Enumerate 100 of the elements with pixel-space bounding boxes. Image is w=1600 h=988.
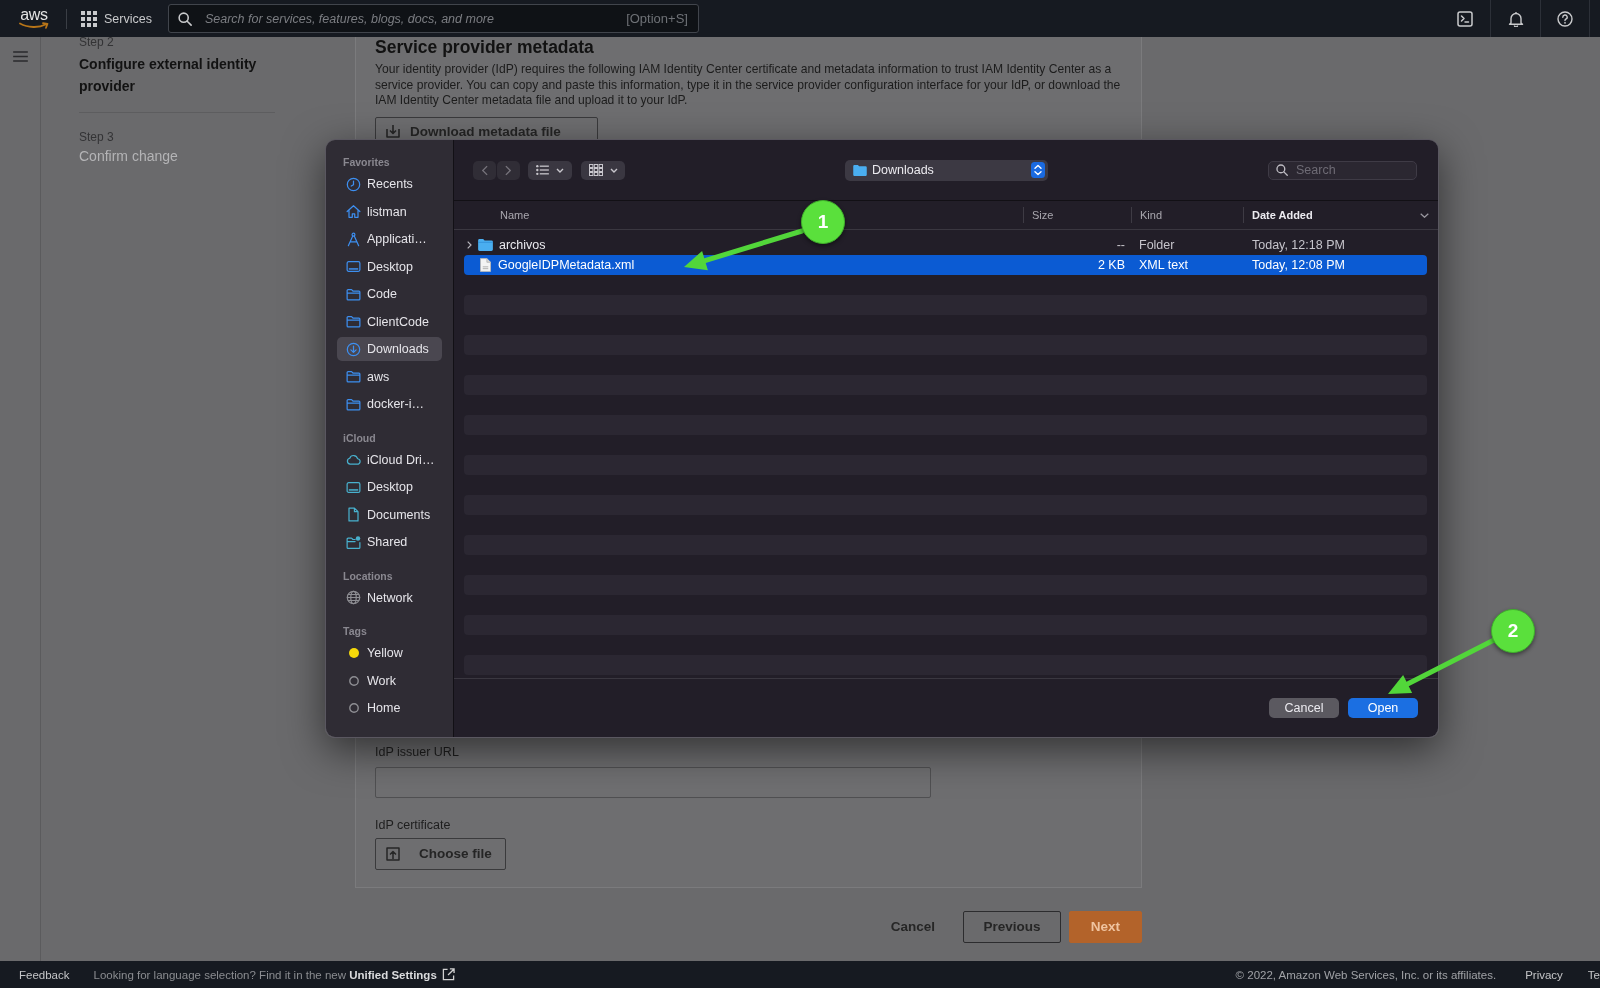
folder-icon bbox=[853, 164, 867, 176]
search-field[interactable]: Search for services, features, blogs, docs, and more [Option+S] bbox=[167, 4, 699, 33]
external-link-icon bbox=[441, 968, 455, 981]
column-header[interactable]: Name bbox=[464, 207, 530, 223]
file-row[interactable]: GoogleIDPMetadata.xml 2 KB XML text Today, 12:08 PM bbox=[464, 255, 1427, 275]
field-label: IdP certificate bbox=[375, 816, 452, 833]
column-header[interactable]: Kind bbox=[1131, 207, 1243, 223]
sidebar-item[interactable]: Applicati… bbox=[337, 227, 442, 251]
clock-icon bbox=[346, 176, 361, 192]
field-label: IdP issuer URL bbox=[375, 743, 460, 760]
feedback-link[interactable]: Feedback bbox=[19, 968, 70, 981]
bell-icon bbox=[1507, 10, 1524, 27]
up-down-arrows-icon bbox=[1031, 162, 1045, 178]
sidebar-item[interactable]: Downloads bbox=[337, 337, 442, 361]
icon-view-button[interactable] bbox=[581, 160, 625, 180]
house-icon bbox=[346, 204, 361, 219]
tag-dot-icon bbox=[348, 648, 359, 658]
sidebar-item[interactable]: Yellow bbox=[337, 641, 442, 665]
sidebar-item[interactable]: Shared bbox=[337, 530, 442, 554]
copyright-text: © 2022, Amazon Web Services, Inc. or its affiliates. bbox=[1235, 968, 1497, 981]
menu-button[interactable] bbox=[12, 51, 28, 62]
globe-icon bbox=[346, 590, 361, 605]
compass-icon bbox=[346, 231, 361, 247]
sidebar-section-heading: Locations bbox=[342, 568, 394, 583]
open-button[interactable]: Open bbox=[1348, 698, 1418, 718]
help-button[interactable] bbox=[1540, 0, 1590, 37]
search-input[interactable]: Search for services, features, blogs, docs, and more bbox=[204, 11, 614, 26]
download-circle-icon bbox=[346, 341, 361, 357]
services-menu-button[interactable]: Services bbox=[81, 10, 152, 27]
language-notice: Looking for language selection? Find it in the new Unified Settings bbox=[93, 968, 437, 981]
folder-icon bbox=[478, 239, 493, 251]
smile-arrow-icon bbox=[19, 22, 49, 29]
search-field[interactable]: Search bbox=[1268, 160, 1417, 180]
sidebar-item[interactable]: Documents bbox=[337, 502, 442, 527]
cancel-button[interactable]: Cancel bbox=[1269, 698, 1339, 718]
sidebar-item[interactable]: Home bbox=[337, 696, 442, 720]
back-button[interactable] bbox=[473, 160, 496, 180]
section-heading: Service provider metadata bbox=[375, 37, 595, 57]
sidebar-item[interactable]: docker-i… bbox=[337, 392, 442, 416]
sidebar-section-heading: iCloud bbox=[342, 430, 377, 445]
grid-icon bbox=[588, 164, 603, 176]
sidebar-item[interactable]: Work bbox=[337, 668, 442, 693]
forward-button[interactable] bbox=[497, 160, 520, 180]
file-kind: Folder bbox=[1139, 238, 1175, 252]
sidebar-item[interactable]: iCloud Dri… bbox=[337, 447, 442, 472]
folder-icon bbox=[346, 286, 361, 302]
file-kind: XML text bbox=[1139, 258, 1188, 272]
folder-icon bbox=[346, 369, 361, 384]
keyboard-shortcut-hint: [Option+S] bbox=[626, 11, 688, 26]
sidebar-item[interactable]: ClientCode bbox=[337, 309, 442, 334]
grid-icon bbox=[81, 10, 97, 27]
location-dropdown[interactable]: Downloads bbox=[845, 159, 1048, 181]
date-added: Today, 12:08 PM bbox=[1252, 258, 1345, 272]
sidebar-item[interactable]: aws bbox=[337, 364, 442, 389]
step-title: Configure external identity provider bbox=[79, 55, 258, 96]
terminal-icon bbox=[1457, 10, 1473, 27]
folder-icon bbox=[346, 314, 361, 329]
sidebar-item[interactable]: Desktop bbox=[337, 475, 442, 499]
caret-down-icon bbox=[609, 167, 618, 173]
sidebar-section-heading: Tags bbox=[342, 624, 368, 638]
step-label: Step 3 bbox=[79, 131, 115, 144]
sidebar-item[interactable]: Network bbox=[337, 585, 442, 610]
tag-ring-icon bbox=[348, 703, 359, 713]
file-name: archivos bbox=[499, 238, 546, 252]
monitor-icon bbox=[346, 259, 361, 274]
sidebar-item[interactable]: Recents bbox=[337, 172, 442, 196]
search-icon bbox=[1276, 164, 1288, 176]
disclosure-chevron-icon bbox=[467, 241, 472, 249]
upload-icon bbox=[386, 846, 400, 861]
help-icon bbox=[1557, 10, 1573, 27]
list-view-button[interactable] bbox=[528, 160, 572, 180]
sidebar-item[interactable]: listman bbox=[337, 199, 442, 224]
section-description: Your identity provider (IdP) requires the following IAM Identity Center certificate and metadata information to trust IAM Identity Center as a service provider. You can copy and paste this information, type it in the service provider configuration interface for your IdP, or download the IAM Identity Center metadata file and upload it to your IdP. bbox=[375, 62, 1122, 109]
logo-text[interactable]: aws bbox=[20, 8, 48, 22]
download-icon bbox=[386, 124, 400, 138]
chevron-left-icon bbox=[481, 164, 488, 176]
document-icon bbox=[480, 258, 491, 272]
sidebar-section-heading: Favorites bbox=[342, 155, 391, 169]
search-input[interactable]: Search bbox=[1296, 163, 1416, 177]
column-header[interactable]: Size bbox=[1023, 207, 1131, 223]
folder-icon bbox=[346, 396, 361, 412]
footer-link[interactable]: Privacy bbox=[1525, 968, 1563, 981]
step-number-badge: 2 bbox=[1491, 609, 1535, 653]
sidebar-item[interactable]: Code bbox=[337, 282, 442, 306]
file-name: GoogleIDPMetadata.xml bbox=[498, 258, 635, 272]
file-size: 2 KB bbox=[1097, 258, 1125, 272]
monitor-icon bbox=[346, 479, 361, 495]
footer-link[interactable]: Te bbox=[1587, 968, 1600, 981]
search-icon bbox=[177, 11, 192, 26]
unified-settings-link[interactable]: Unified Settings bbox=[349, 968, 437, 981]
sidebar-item[interactable]: Desktop bbox=[337, 254, 442, 279]
list-icon bbox=[536, 165, 549, 175]
document-icon bbox=[346, 507, 361, 522]
date-added: Today, 12:18 PM bbox=[1252, 238, 1345, 252]
chevron-right-icon bbox=[505, 164, 512, 176]
input-field[interactable] bbox=[375, 766, 931, 798]
chevron-down-icon bbox=[1420, 212, 1429, 218]
cloud-icon bbox=[346, 452, 361, 467]
file-size: -- bbox=[1116, 238, 1125, 252]
column-header[interactable]: Date Added bbox=[1243, 207, 1429, 223]
